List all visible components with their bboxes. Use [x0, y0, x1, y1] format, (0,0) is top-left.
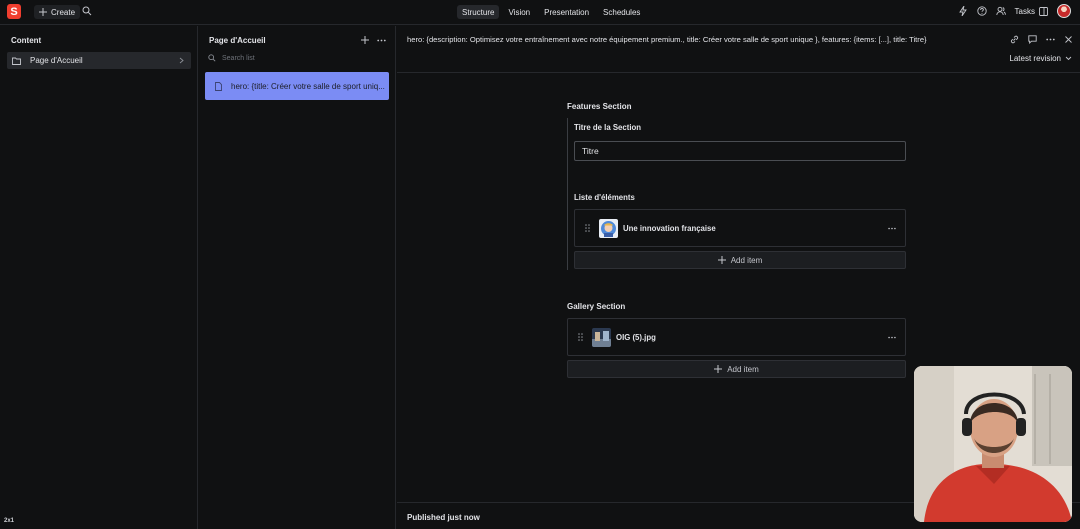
document-item-label: hero: {title: Créer votre salle de sport… — [231, 81, 385, 91]
link-icon[interactable] — [1010, 35, 1019, 44]
document-item-hero[interactable]: hero: {title: Créer votre salle de sport… — [205, 72, 389, 100]
folder-icon — [12, 57, 21, 65]
webcam-overlay — [914, 366, 1072, 522]
editor-divider — [397, 72, 1080, 73]
plus-icon — [717, 256, 726, 264]
search-list-placeholder: Search list — [222, 54, 255, 62]
features-section-title: Features Section — [567, 102, 632, 111]
document-list-title: Page d'Accueil — [209, 36, 266, 45]
tasks-label: Tasks — [1014, 6, 1035, 16]
top-bar: S Create Structure Vision Presentation S… — [0, 0, 1080, 25]
panel-icon — [1039, 6, 1048, 16]
more-options-icon[interactable] — [1046, 35, 1055, 44]
help-icon[interactable] — [976, 6, 987, 16]
list-item[interactable]: OIG (5).jpg — [567, 318, 906, 356]
more-options-icon[interactable] — [888, 336, 896, 339]
content-item-label: Page d'Accueil — [30, 56, 83, 65]
zoom-badge: 2x1 — [4, 518, 15, 524]
publish-status: Published just now — [407, 513, 480, 522]
image-thumbnail — [592, 327, 611, 347]
add-item-label: Add item — [730, 255, 763, 265]
top-right-actions: Tasks — [958, 4, 1071, 18]
gallery-section-title: Gallery Section — [567, 302, 626, 311]
tab-structure[interactable]: Structure — [457, 5, 500, 19]
chevron-right-icon — [179, 57, 184, 64]
drag-handle-icon[interactable] — [578, 333, 583, 341]
section-title-field-label: Titre de la Section — [574, 123, 642, 132]
features-section-indent — [567, 118, 568, 270]
list-item[interactable]: Une innovation française — [574, 209, 906, 247]
chevron-down-icon — [1065, 56, 1072, 61]
revision-selector[interactable]: Latest revision — [1009, 54, 1072, 63]
add-item-button[interactable]: Add item — [567, 360, 906, 378]
add-document-icon[interactable] — [361, 36, 369, 44]
comment-icon[interactable] — [1028, 35, 1037, 44]
tab-vision[interactable]: Vision — [503, 5, 535, 19]
presenter-video — [914, 366, 1072, 522]
add-item-button[interactable]: Add item — [574, 251, 906, 269]
editor-actions — [1010, 35, 1073, 44]
tab-presentation[interactable]: Presentation — [539, 5, 594, 19]
tasks-button[interactable]: Tasks — [1015, 7, 1048, 16]
document-title: hero: {description: Optimisez votre entr… — [407, 35, 927, 44]
lightning-icon[interactable] — [958, 6, 968, 16]
close-icon[interactable] — [1064, 35, 1073, 44]
user-avatar[interactable] — [1057, 4, 1071, 18]
plus-icon — [39, 8, 47, 16]
more-options-icon[interactable] — [888, 227, 896, 230]
plus-icon — [714, 365, 723, 373]
drag-handle-icon[interactable] — [585, 224, 590, 232]
search-list-field[interactable]: Search list — [208, 54, 255, 62]
section-title-input[interactable] — [574, 141, 906, 161]
studio-logo[interactable]: S — [7, 4, 21, 19]
content-pane-title: Content — [11, 36, 42, 45]
search-icon — [208, 54, 216, 62]
revision-label: Latest revision — [1009, 54, 1061, 63]
document-list-pane: Page d'Accueil Search list hero: {title:… — [198, 26, 396, 529]
add-item-label: Add item — [727, 364, 759, 374]
tool-tabs: Structure Vision Presentation Schedules — [457, 5, 645, 19]
item-thumbnail — [599, 218, 618, 238]
more-options-icon[interactable] — [377, 39, 386, 42]
items-list-label: Liste d'éléments — [574, 193, 635, 202]
users-icon[interactable] — [995, 6, 1006, 16]
document-icon — [215, 81, 222, 91]
content-item-page-accueil[interactable]: Page d'Accueil — [7, 52, 191, 69]
create-button-label: Create — [51, 7, 76, 17]
gallery-item-filename: OIG (5).jpg — [616, 332, 656, 342]
search-button[interactable] — [82, 6, 92, 16]
list-item-title: Une innovation française — [623, 223, 716, 233]
create-button[interactable]: Create — [34, 5, 81, 19]
search-icon — [82, 6, 92, 16]
tab-schedules[interactable]: Schedules — [598, 5, 645, 19]
content-pane: Content Page d'Accueil — [0, 26, 198, 529]
